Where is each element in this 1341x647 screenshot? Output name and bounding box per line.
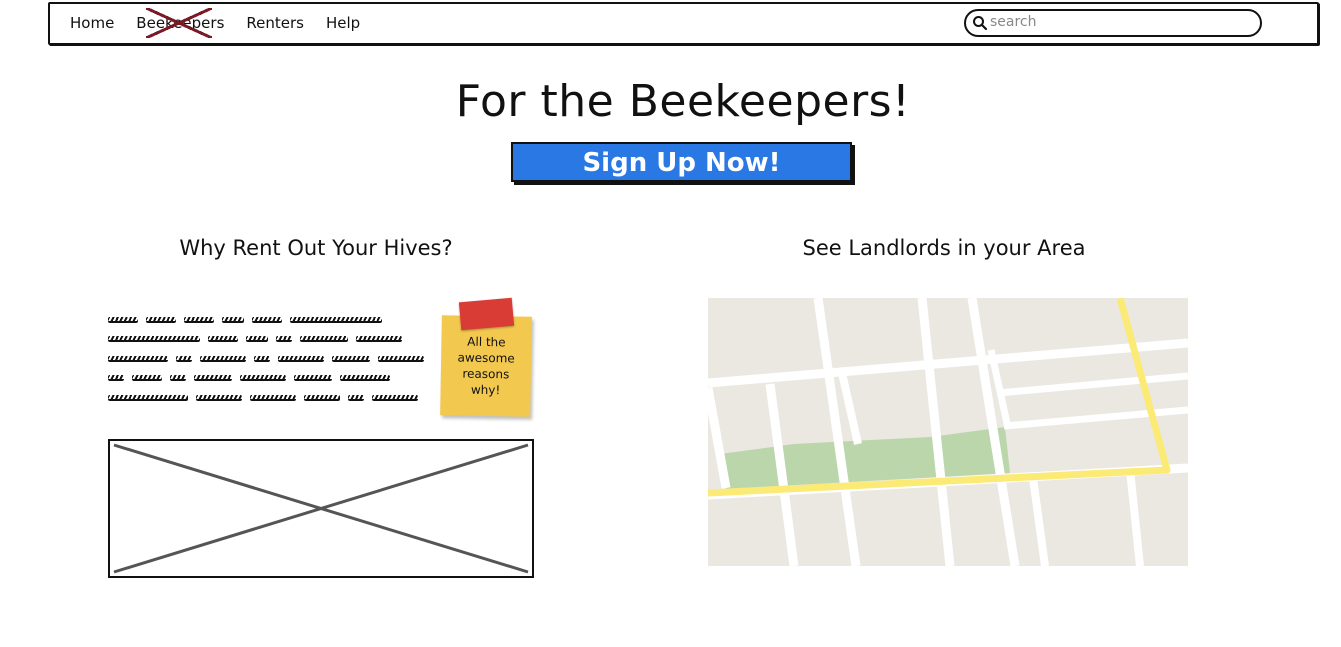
nav-link-home[interactable]: Home [70,14,114,32]
scribble-word [146,316,176,323]
scribble-line [108,310,438,330]
search-input[interactable] [990,13,1250,31]
sticky-note-line: reasons [462,366,510,382]
scribble-word [300,336,348,343]
scribble-word [356,336,402,343]
why-rent-heading: Why Rent Out Your Hives? [179,236,453,260]
sticky-note-line: why! [470,382,501,398]
scribble-word [252,316,282,323]
scribble-word [108,336,200,343]
landlords-map-heading: See Landlords in your Area [802,236,1086,260]
scribble-word [246,336,268,343]
scribble-word [276,336,292,343]
nav-link-beekeepers[interactable]: Beekeepers [136,8,224,38]
nav-link-renters[interactable]: Renters [246,14,304,32]
scribble-word [348,394,364,401]
sticky-note-line: All the [467,334,506,350]
scribble-word [240,375,286,382]
scribble-word [290,316,382,323]
scribble-word [222,316,244,323]
scribble-line [108,388,438,408]
scribble-word [340,375,390,382]
page-title: For the Beekeepers! [455,76,911,127]
scribble-word [184,316,214,323]
image-placeholder [108,439,534,578]
map-graphic [708,298,1188,566]
scribble-line [108,330,438,350]
scribble-word [108,316,138,323]
scribble-word [378,355,424,362]
search-icon [973,16,988,31]
landlords-map[interactable] [708,298,1188,566]
scribble-word [250,394,296,401]
scribble-word [294,375,332,382]
scribble-word [254,355,270,362]
scribble-word [108,375,124,382]
scribble-word [208,336,238,343]
scribble-word [108,355,168,362]
scribble-line [108,349,438,369]
scribble-word [200,355,246,362]
scribble-word [176,355,192,362]
placeholder-cross-icon [113,443,529,574]
scribble-line [108,369,438,389]
scribble-word [132,375,162,382]
scribble-word [332,355,370,362]
nav-link-help[interactable]: Help [326,14,360,32]
navbar: Home Beekeepers Renters Help [48,2,1319,45]
search-box[interactable] [964,9,1262,37]
scribble-word [278,355,324,362]
scribble-word [170,375,186,382]
sign-up-button[interactable]: Sign Up Now! [511,142,852,182]
nav-links: Home Beekeepers Renters Help [70,8,382,38]
sticky-note-line: awesome [457,350,515,366]
scribble-word [194,375,232,382]
sticky-note: All the awesome reasons why! [440,315,532,417]
sticky-note-text: All the awesome reasons why! [448,333,523,398]
sticky-tape [458,297,515,331]
scribble-word [304,394,340,401]
page: Home Beekeepers Renters Help For the Bee… [0,0,1341,647]
placeholder-text-block [108,310,438,408]
scribble-word [196,394,242,401]
scribble-word [108,394,188,401]
scribble-word [372,394,418,401]
